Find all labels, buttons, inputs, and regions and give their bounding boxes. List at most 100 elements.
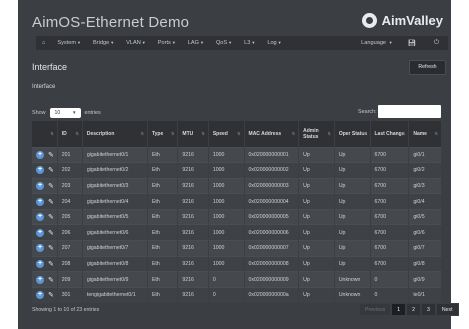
home-icon[interactable]: ⌂: [36, 40, 51, 46]
expand-icon[interactable]: +: [36, 197, 44, 206]
column-header-speed[interactable]: Speed ⇅: [208, 121, 245, 147]
cell-id: 201: [57, 146, 83, 163]
nav-qos[interactable]: QoS▼: [210, 40, 238, 46]
cell-mac-address: 0x020000000005: [244, 208, 300, 225]
sort-icon: ⇅: [140, 131, 144, 136]
pencil-icon[interactable]: ✎: [48, 198, 54, 206]
cell-mtu: 9216: [177, 224, 209, 241]
expand-icon[interactable]: +: [36, 291, 44, 300]
pencil-icon[interactable]: ✎: [48, 260, 54, 268]
cell-mac-address: 0x020000000009: [244, 271, 300, 288]
nav-bridge[interactable]: Bridge▼: [87, 40, 120, 46]
expand-icon[interactable]: +: [36, 244, 44, 253]
cell-last-change: 6700: [370, 146, 410, 163]
cell-admin-status: Up: [298, 162, 335, 179]
nav-vlan[interactable]: VLAN▼: [120, 40, 152, 46]
column-header-name[interactable]: Name ⇅: [408, 121, 442, 147]
expand-icon[interactable]: +: [36, 259, 44, 268]
pencil-icon[interactable]: ✎: [48, 229, 54, 237]
sort-icon: ⇅: [401, 131, 406, 136]
column-header-id[interactable]: ID ⇅: [57, 121, 83, 147]
cell-id: 202: [57, 162, 83, 179]
cell-mtu: 9216: [177, 193, 209, 210]
sort-icon: ⇅: [237, 131, 241, 136]
cell-type: Eth: [147, 146, 179, 163]
row-actions: + ✎: [32, 286, 58, 303]
cell-oper-status: Up: [334, 193, 371, 210]
cell-oper-status: Up: [334, 208, 371, 225]
column-header-actions[interactable]: ⇅: [32, 121, 58, 147]
column-header-last-change[interactable]: Last Change ⇅: [370, 121, 410, 147]
table-row: + ✎ 201 gigabitethernet0/1 Eth 9216 1000 0x0200…: [32, 146, 442, 163]
expand-icon[interactable]: +: [36, 228, 44, 237]
cell-oper-status: Up: [334, 224, 371, 241]
sort-icon: ⇅: [363, 131, 367, 136]
column-label: Last Change: [374, 130, 405, 137]
search-input[interactable]: [378, 105, 441, 118]
cell-description: gigabitethernet0/3: [82, 177, 148, 194]
nav-system[interactable]: System▼: [51, 40, 87, 46]
row-actions: + ✎: [32, 177, 58, 194]
cell-last-change: 6700: [370, 177, 410, 194]
column-header-type[interactable]: Type ⇅: [147, 121, 179, 147]
section-title: Interface: [32, 84, 56, 90]
column-header-mac-address[interactable]: MAC Address ⇅: [244, 121, 300, 147]
next-page-button[interactable]: Next: [435, 303, 459, 316]
chevron-down-icon: ▼: [228, 40, 233, 45]
table-body: + ✎ 201 gigabitethernet0/1 Eth 9216 1000 0x0200…: [32, 146, 442, 303]
page-3-button[interactable]: 3: [420, 303, 436, 316]
expand-icon[interactable]: +: [36, 275, 44, 284]
page-size-select[interactable]: 10 ▼: [49, 108, 81, 118]
expand-icon[interactable]: +: [36, 150, 44, 159]
cell-type: Eth: [147, 255, 179, 272]
nav-log[interactable]: Log▼: [261, 40, 287, 46]
refresh-button[interactable]: Refresh: [409, 60, 446, 75]
sort-icon: ⇅: [327, 131, 331, 136]
pencil-icon[interactable]: ✎: [48, 182, 54, 190]
row-actions: + ✎: [32, 208, 58, 225]
nav-language[interactable]: Language ▼: [355, 40, 398, 46]
cell-speed: 0: [208, 286, 245, 303]
table-row: + ✎ 204 gigabitethernet0/4 Eth 9216 1000 0x0200…: [32, 193, 442, 210]
cell-id: 209: [57, 271, 83, 288]
save-icon[interactable]: 💾︎: [399, 39, 425, 47]
nav-lag[interactable]: LAG▼: [182, 40, 210, 46]
cell-speed: 1000: [208, 193, 245, 210]
pencil-icon[interactable]: ✎: [48, 276, 54, 284]
cell-mtu: 9216: [177, 240, 209, 257]
cell-id: 206: [57, 224, 83, 241]
table-info: Showing 1 to 10 of 23 entries: [32, 307, 100, 313]
column-header-mtu[interactable]: MTU ⇅: [177, 121, 209, 147]
pencil-icon[interactable]: ✎: [48, 166, 54, 174]
nav-l3[interactable]: L3▼: [238, 40, 261, 46]
cell-speed: 1000: [208, 177, 245, 194]
pencil-icon[interactable]: ✎: [48, 291, 54, 299]
power-icon[interactable]: ⏻: [425, 39, 448, 47]
page-2-button[interactable]: 2: [406, 303, 421, 316]
cell-mtu: 9216: [177, 146, 209, 163]
sort-icon: ⇅: [171, 131, 175, 136]
row-actions: + ✎: [32, 240, 58, 257]
column-header-admin-status[interactable]: Admin Status ⇅: [298, 121, 335, 147]
cell-mtu: 9216: [177, 271, 209, 288]
page-title: Interface: [32, 62, 68, 72]
cell-oper-status: Up: [334, 255, 371, 272]
previous-page-button[interactable]: Previous: [359, 303, 392, 316]
pencil-icon[interactable]: ✎: [48, 151, 54, 159]
pencil-icon[interactable]: ✎: [48, 244, 54, 252]
column-header-description[interactable]: Description ⇅: [82, 121, 148, 147]
nav-ports[interactable]: Ports▼: [152, 40, 182, 46]
cell-description: gigabitethernet0/1: [82, 146, 148, 163]
pencil-icon[interactable]: ✎: [48, 213, 54, 221]
expand-icon[interactable]: +: [36, 213, 44, 222]
cell-type: Eth: [147, 162, 179, 179]
cell-name: gi0/8: [408, 255, 442, 272]
expand-icon[interactable]: +: [36, 181, 44, 190]
cell-name: te0/1: [408, 286, 442, 303]
sort-icon: ⇅: [201, 131, 205, 136]
cell-name: gi0/9: [408, 271, 442, 288]
column-header-oper-status[interactable]: Oper Status ⇅: [334, 121, 371, 147]
cell-speed: 1000: [208, 162, 245, 179]
expand-icon[interactable]: +: [36, 166, 44, 175]
page-1-button[interactable]: 1: [391, 303, 407, 316]
